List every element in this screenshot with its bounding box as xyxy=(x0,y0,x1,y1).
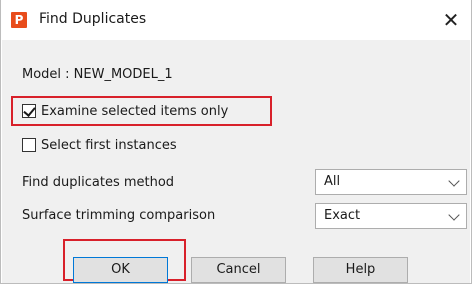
examine-selected-option[interactable]: Examine selected items only xyxy=(22,101,228,121)
trimming-label: Surface trimming comparison xyxy=(22,208,216,223)
select-first-option[interactable]: Select first instances xyxy=(22,135,177,155)
app-logo-icon: P xyxy=(11,12,27,28)
select-first-label[interactable]: Select first instances xyxy=(41,138,177,153)
help-button[interactable]: Help xyxy=(313,257,408,283)
model-label: Model : NEW_MODEL_1 xyxy=(22,67,173,82)
close-icon[interactable]: ✕ xyxy=(437,6,465,34)
chevron-down-icon xyxy=(448,175,460,187)
ok-button[interactable]: OK xyxy=(73,257,168,283)
dialog-body: Model : NEW_MODEL_1 Examine selected ite… xyxy=(2,40,470,283)
cancel-button[interactable]: Cancel xyxy=(191,257,286,283)
examine-selected-checkbox[interactable] xyxy=(22,104,36,118)
method-select[interactable]: All xyxy=(315,169,467,195)
title-bar: P Find Duplicates ✕ xyxy=(1,0,471,40)
chevron-down-icon xyxy=(448,209,460,221)
trimming-select[interactable]: Exact xyxy=(315,203,467,229)
window-title: Find Duplicates xyxy=(39,11,147,27)
method-label: Find duplicates method xyxy=(22,175,175,190)
examine-selected-label[interactable]: Examine selected items only xyxy=(41,104,228,119)
trimming-value: Exact xyxy=(324,208,361,223)
method-value: All xyxy=(324,174,341,189)
select-first-checkbox[interactable] xyxy=(22,138,36,152)
find-duplicates-dialog: P Find Duplicates ✕ Model : NEW_MODEL_1 … xyxy=(0,0,472,284)
